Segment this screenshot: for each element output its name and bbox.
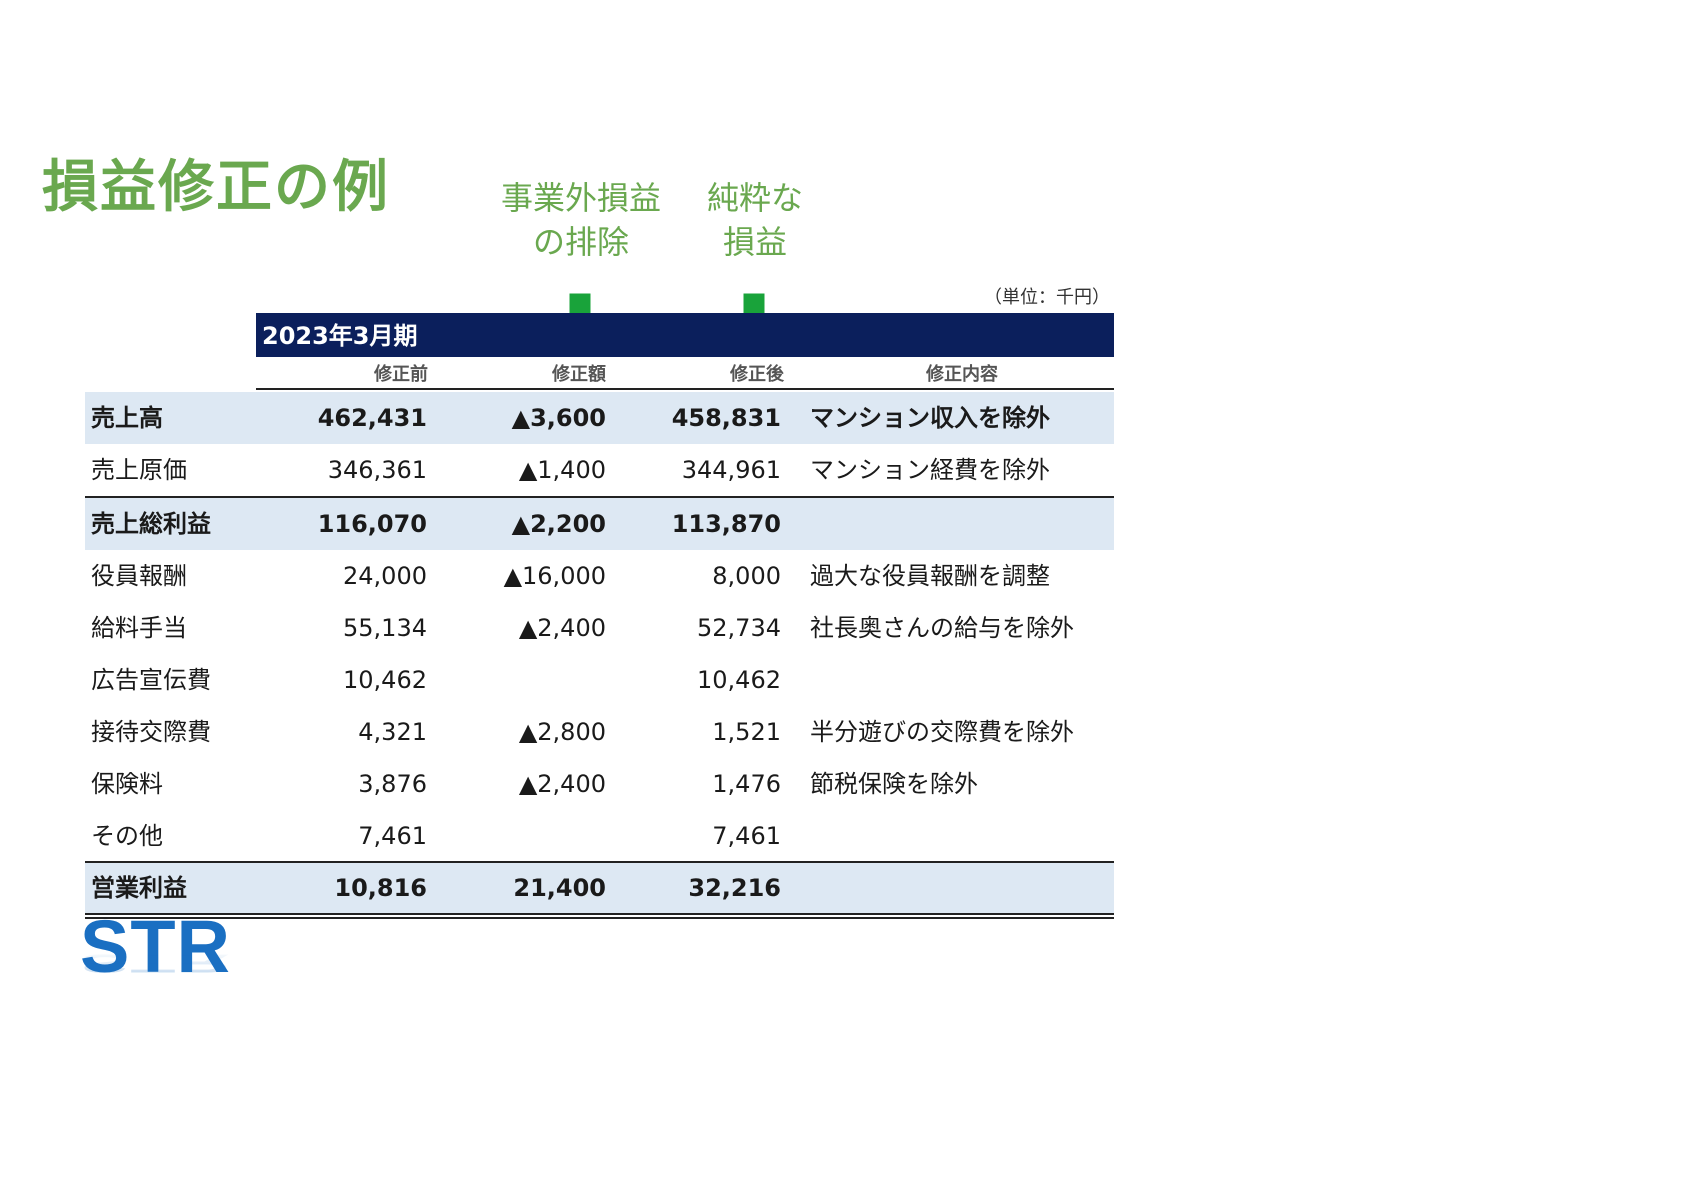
exclusion-note: 事業外損益 の排除	[476, 176, 686, 264]
adjustment-detail: マンション経費を除外	[810, 456, 1050, 484]
pure-note-line: 損益	[722, 223, 787, 261]
after-value: 113,870	[671, 510, 781, 538]
company-logo-reflection: STR	[80, 948, 231, 978]
adjustment-detail: 節税保険を除外	[810, 770, 978, 798]
unit-note: （単位：千円）	[984, 287, 1110, 308]
exclusion-note-line: の排除	[532, 223, 629, 261]
after-value: 458,831	[671, 404, 781, 432]
table-row-operating-profit: 営業利益 10,816 21,400 32,216	[85, 863, 1114, 913]
after-value: 1,476	[712, 770, 781, 798]
column-header-adjustment: 修正額	[552, 364, 606, 385]
table-row-other: その他 7,461 7,461	[85, 810, 1114, 862]
table-row-advertising: 広告宣伝費 10,462 10,462	[85, 654, 1114, 706]
after-value: 52,734	[697, 614, 781, 642]
pure-note-line: 純粋な	[706, 179, 803, 217]
adjustment-detail: マンション収入を除外	[810, 404, 1050, 432]
after-value: 344,961	[681, 456, 781, 484]
pure-note: 純粋な 損益	[690, 176, 820, 264]
adjustment-detail: 過大な役員報酬を調整	[810, 562, 1050, 590]
after-value: 8,000	[712, 562, 781, 590]
adjustment-detail: 社長奥さんの給与を除外	[810, 614, 1074, 642]
header-rule	[256, 388, 1114, 390]
exclusion-note-line: 事業外損益	[500, 179, 661, 217]
after-value: 10,462	[697, 666, 781, 694]
table-row-gross-profit: 売上総利益 116,070 ▲2,200 113,870	[85, 498, 1114, 550]
period-label: 2023年3月期	[262, 322, 418, 350]
table-row-entertainment: 接待交際費 4,321 ▲2,800 1,521 半分遊びの交際費を除外	[85, 706, 1114, 758]
after-value: 1,521	[712, 718, 781, 746]
page-title: 損益修正の例	[42, 155, 390, 220]
column-header-after: 修正後	[730, 364, 784, 385]
adjustment-detail: 半分遊びの交際費を除外	[810, 718, 1074, 746]
total-double-rule	[85, 917, 1114, 919]
after-value: 7,461	[712, 822, 781, 850]
column-header-details: 修正内容	[926, 364, 998, 385]
column-header-before: 修正前	[374, 364, 428, 385]
table-row-sales: 売上高 462,431 ▲3,600 458,831 マンション収入を除外	[85, 392, 1114, 444]
total-double-rule	[85, 913, 1114, 915]
table-row-cost-of-sales: 売上原価 346,361 ▲1,400 344,961 マンション経費を除外	[85, 444, 1114, 496]
table-row-officer-compensation: 役員報酬 24,000 ▲16,000 8,000 過大な役員報酬を調整	[85, 550, 1114, 602]
table-row-insurance: 保険料 3,876 ▲2,400 1,476 節税保険を除外	[85, 758, 1114, 810]
table-row-salaries: 給料手当 55,134 ▲2,400 52,734 社長奥さんの給与を除外	[85, 602, 1114, 654]
